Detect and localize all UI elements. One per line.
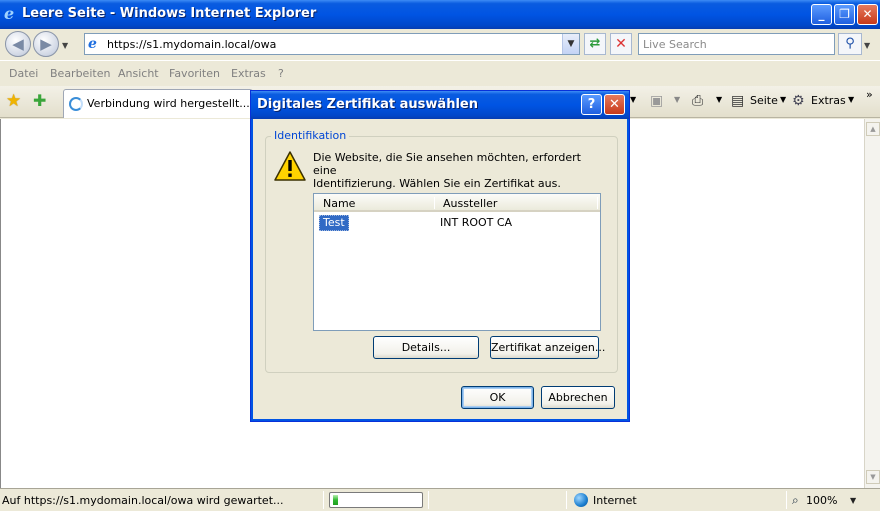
zoom-dropdown[interactable]: ▼ (850, 496, 856, 505)
internet-explorer-icon: e (4, 4, 15, 23)
address-url[interactable]: https://s1.mydomain.local/owa (107, 38, 276, 51)
print-dropdown[interactable]: ▼ (716, 95, 722, 104)
print-icon[interactable]: ⎙ (692, 93, 703, 109)
cancel-button[interactable]: Abbrechen (541, 386, 615, 409)
column-name-header[interactable]: Name (323, 197, 355, 210)
close-button[interactable]: ✕ (857, 4, 878, 25)
gear-icon[interactable]: ⚙ (792, 93, 805, 109)
page-menu[interactable]: Seite (750, 94, 778, 107)
certificate-dialog: Digitales Zertifikat auswählen ? ✕ Ident… (250, 90, 630, 422)
menu-tools[interactable]: Extras (231, 67, 266, 80)
window-title: Leere Seite - Windows Internet Explorer (22, 6, 317, 21)
page-icon: e (88, 36, 97, 52)
status-separator (428, 491, 429, 509)
minimize-button[interactable]: _ (811, 4, 832, 25)
view-certificate-button[interactable]: Zertifikat anzeigen... (490, 336, 605, 359)
warning-icon (274, 151, 306, 181)
add-favorite-icon[interactable]: ✚ (33, 92, 46, 110)
tools-menu[interactable]: Extras (811, 94, 846, 107)
security-zone[interactable]: Internet (593, 494, 637, 507)
feeds-dropdown[interactable]: ▼ (674, 95, 680, 104)
tab-current[interactable]: Verbindung wird hergestellt... (63, 89, 253, 118)
vertical-scrollbar[interactable]: ▲ ▼ (864, 119, 880, 488)
status-text: Auf https://s1.mydomain.local/owa wird g… (2, 494, 284, 507)
window-titlebar: e Leere Seite - Windows Internet Explore… (0, 0, 880, 29)
menu-bar: Datei Bearbeiten Ansicht Favoriten Extra… (0, 60, 880, 86)
group-label: Identifikation (271, 129, 350, 142)
progress-fill (333, 495, 338, 505)
column-separator[interactable] (597, 197, 598, 209)
menu-view[interactable]: Ansicht (118, 67, 159, 80)
page-menu-icon[interactable]: ▤ (731, 93, 744, 109)
status-separator (566, 491, 567, 509)
forward-button[interactable]: ▶ (33, 31, 59, 57)
scroll-up-icon[interactable]: ▲ (866, 122, 880, 136)
refresh-button[interactable]: ⇄ (584, 33, 606, 55)
address-bar[interactable]: e https://s1.mydomain.local/owa ▼ (84, 33, 580, 55)
dialog-title: Digitales Zertifikat auswählen (257, 97, 478, 112)
menu-favorites[interactable]: Favoriten (169, 67, 220, 80)
menu-edit[interactable]: Bearbeiten (50, 67, 110, 80)
message-line: Identifizierung. Wählen Sie ein Zertifik… (313, 177, 561, 190)
message-line: Die Website, die Sie ansehen möchten, er… (313, 151, 581, 177)
list-item[interactable]: Test INT ROOT CA (314, 214, 600, 231)
dialog-close-button[interactable]: ✕ (604, 94, 625, 115)
search-placeholder: Live Search (643, 38, 707, 51)
ok-button[interactable]: OK (461, 386, 534, 409)
help-button[interactable]: ? (581, 94, 602, 115)
favorites-star-icon[interactable]: ★ (6, 92, 21, 110)
tools-menu-dropdown[interactable]: ▼ (848, 95, 854, 104)
zoom-level[interactable]: 100% (806, 494, 837, 507)
menu-help[interactable]: ? (278, 67, 284, 80)
search-input[interactable]: Live Search (638, 33, 835, 55)
certificate-list[interactable]: Name Aussteller Test INT ROOT CA (313, 193, 601, 331)
stop-button[interactable]: ✕ (610, 33, 632, 55)
scroll-down-icon[interactable]: ▼ (866, 470, 880, 484)
recent-pages-dropdown[interactable]: ▼ (62, 41, 68, 50)
tab-label: Verbindung wird hergestellt... (87, 97, 250, 110)
loading-icon (69, 97, 83, 111)
status-separator (323, 491, 324, 509)
dialog-message: Die Website, die Sie ansehen möchten, er… (313, 151, 603, 190)
column-issuer-header[interactable]: Aussteller (443, 197, 497, 210)
column-separator[interactable] (434, 197, 435, 209)
home-dropdown[interactable]: ▼ (630, 95, 636, 104)
status-separator (786, 491, 787, 509)
navigation-bar: ◀ ▶ ▼ e https://s1.mydomain.local/owa ▼ … (0, 29, 880, 60)
status-bar: Auf https://s1.mydomain.local/owa wird g… (0, 488, 880, 511)
dialog-titlebar: Digitales Zertifikat auswählen ? ✕ (251, 91, 629, 119)
certificate-issuer[interactable]: INT ROOT CA (440, 216, 512, 229)
toolbar-overflow-icon[interactable]: » (866, 88, 873, 101)
certificate-name[interactable]: Test (319, 215, 349, 231)
list-header: Name Aussteller (314, 194, 600, 212)
globe-icon (574, 493, 588, 507)
details-button[interactable]: Details... (373, 336, 479, 359)
menu-file[interactable]: Datei (9, 67, 38, 80)
address-dropdown-icon[interactable]: ▼ (562, 34, 579, 54)
search-button[interactable]: ⚲ (838, 33, 862, 55)
zoom-icon[interactable]: ⌕ (792, 493, 799, 508)
feeds-icon[interactable]: ▣ (650, 93, 663, 109)
page-menu-dropdown[interactable]: ▼ (780, 95, 786, 104)
search-options-dropdown[interactable]: ▼ (864, 41, 870, 50)
progress-bar (329, 492, 423, 508)
back-button[interactable]: ◀ (5, 31, 31, 57)
maximize-button[interactable]: ❐ (834, 4, 855, 25)
